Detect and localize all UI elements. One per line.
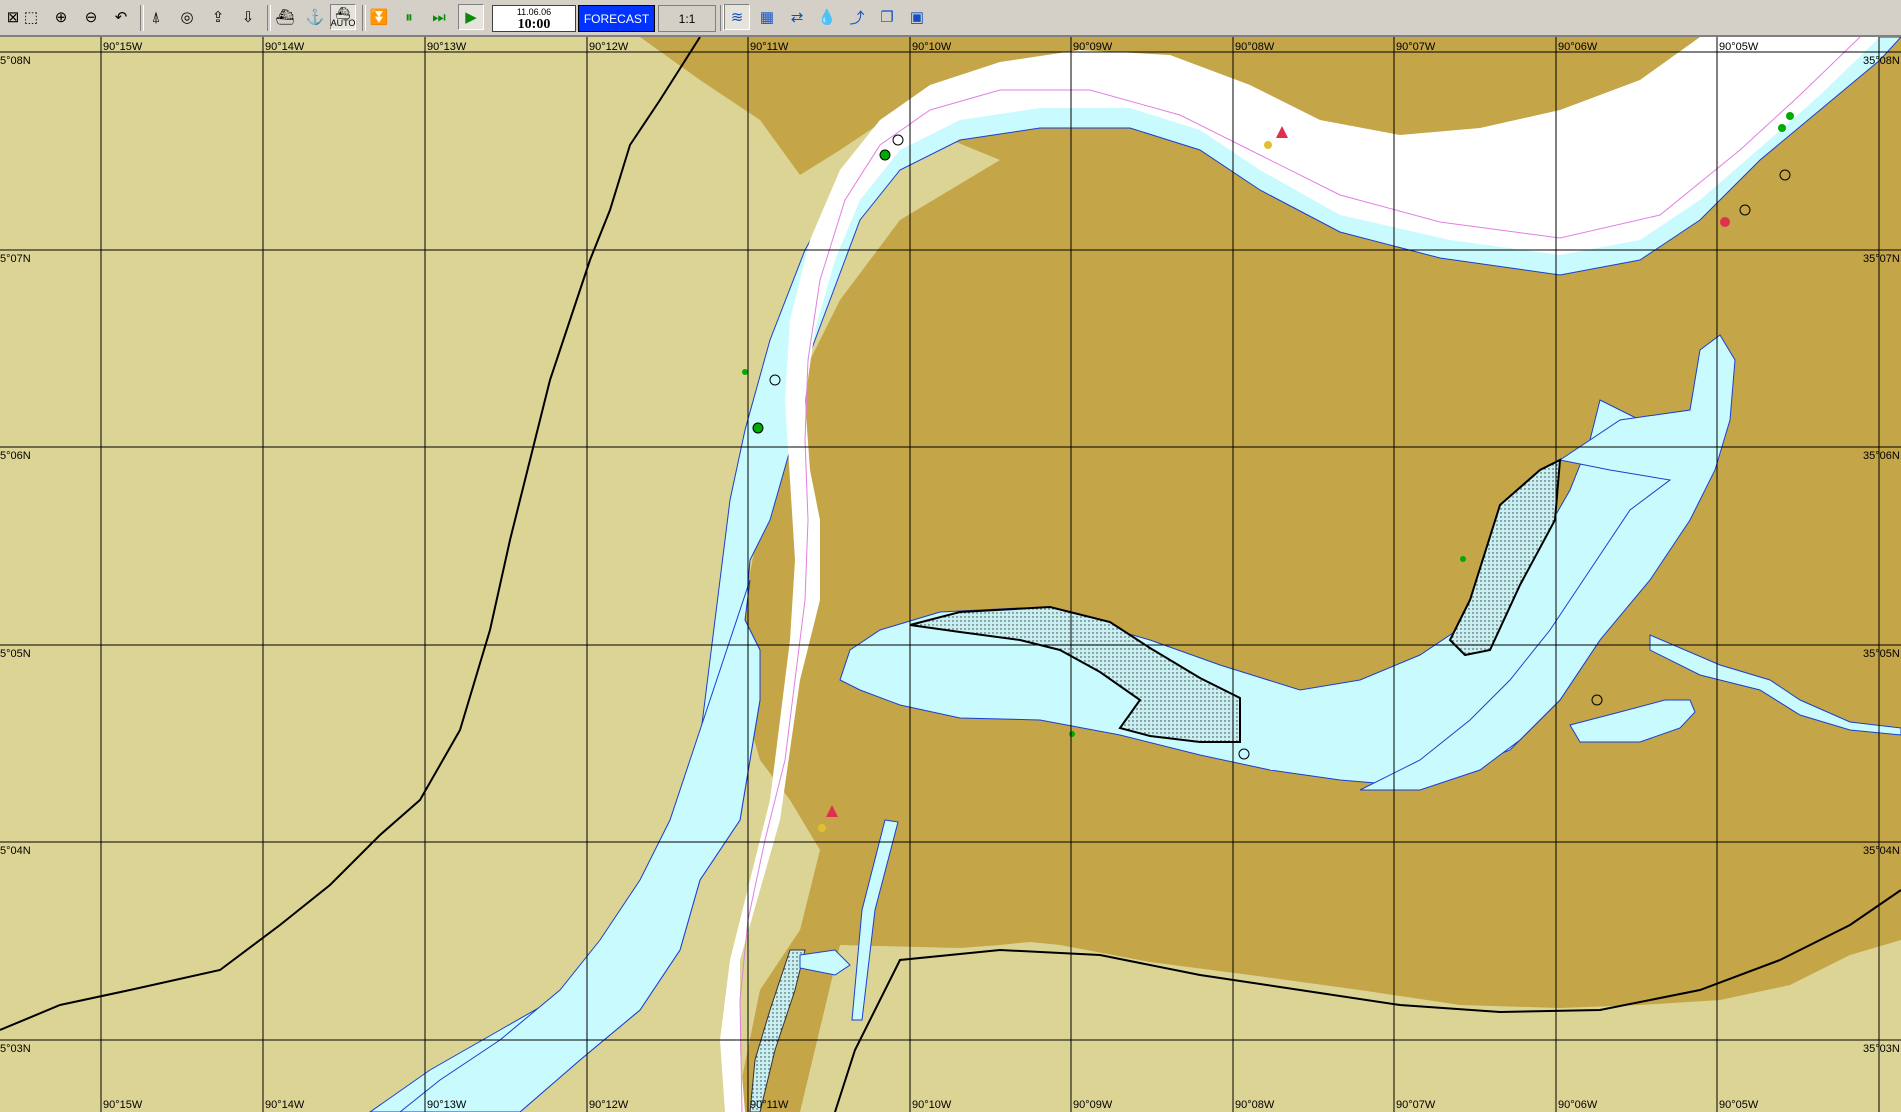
lon-label: 90°09W <box>1073 41 1113 53</box>
lat-label: 5°05N <box>0 648 31 660</box>
lon-label: 90°15W <box>103 1099 143 1111</box>
auto-label: AUTO <box>330 17 356 28</box>
lon-label: 90°10W <box>912 41 952 53</box>
forecast-button[interactable]: FORECAST <box>578 5 655 32</box>
datetime-display: 11.06.06 10:00 <box>492 5 576 32</box>
copy-icon[interactable]: ❐ <box>874 4 900 30</box>
lon-label: 90°05W <box>1719 1099 1759 1111</box>
lon-label: 90°11W <box>750 1099 789 1111</box>
export-icon[interactable]: ⇪ <box>205 4 231 30</box>
toolbar: ⊠ ⬚ ⊕ ⊖ ↶ ⍋ ◎ ⇪ ⇩ ⛴ ⚓ ⛴ AUTO ⏬ ⏸ ⏭ ▶ 11.… <box>0 0 1901 37</box>
lat-label: 5°04N <box>0 845 31 857</box>
lon-label: 90°14W <box>265 1099 305 1111</box>
tug-icon[interactable]: ⚓ <box>302 4 328 30</box>
fast-forward-icon[interactable]: ⏭ <box>426 4 452 30</box>
lon-label: 90°12W <box>589 41 629 53</box>
lon-label: 90°10W <box>912 1099 952 1111</box>
lon-label: 90°05W <box>1719 41 1759 53</box>
lon-label: 90°06W <box>1558 1099 1598 1111</box>
lon-label: 90°08W <box>1235 41 1275 53</box>
track-icon[interactable]: ⤴ <box>844 4 870 30</box>
lon-label: 90°12W <box>589 1099 629 1111</box>
zoom-box-icon[interactable]: ⬚ <box>18 4 44 30</box>
zoom-out-icon[interactable]: ⊖ <box>78 4 104 30</box>
lat-label: 35°08N <box>1863 55 1900 67</box>
lon-label: 90°08W <box>1235 1099 1275 1111</box>
lat-label: 5°08N <box>0 55 31 67</box>
play-icon[interactable]: ▶ <box>458 4 484 30</box>
scale-field[interactable]: 1:1 <box>658 5 716 32</box>
lat-label: 5°07N <box>0 253 31 265</box>
lat-label: 35°07N <box>1863 253 1900 265</box>
lon-label: 90°13W <box>427 1099 467 1111</box>
lon-label: 90°07W <box>1396 41 1436 53</box>
step-down-icon[interactable]: ⏬ <box>366 4 392 30</box>
nautical-chart[interactable]: 90°15W 90°14W 90°13W 90°12W 90°11W 90°10… <box>0 37 1901 1112</box>
chart-icon[interactable]: ▦ <box>754 4 780 30</box>
zoom-in-icon[interactable]: ⊕ <box>48 4 74 30</box>
lat-label: 35°06N <box>1863 450 1900 462</box>
route-icon[interactable]: ⇄ <box>784 4 810 30</box>
pause-icon[interactable]: ⏸ <box>396 4 422 30</box>
lon-label: 90°07W <box>1396 1099 1436 1111</box>
undo-icon[interactable]: ↶ <box>108 4 134 30</box>
lon-label: 90°15W <box>103 41 143 53</box>
time-text: 10:00 <box>517 17 551 32</box>
lon-label: 90°09W <box>1073 1099 1113 1111</box>
lat-label: 35°05N <box>1863 648 1900 660</box>
lat-label: 5°03N <box>0 1043 31 1055</box>
auto-button[interactable]: ⛴ AUTO <box>330 4 356 30</box>
lat-label: 35°03N <box>1863 1043 1900 1055</box>
import-icon[interactable]: ⇩ <box>235 4 261 30</box>
auto-ship-icon: ⛴ <box>335 5 351 20</box>
lon-label: 90°14W <box>265 41 305 53</box>
layers-icon[interactable]: ≋ <box>724 4 750 30</box>
lon-label: 90°06W <box>1558 41 1598 53</box>
lon-label: 90°11W <box>750 41 789 53</box>
lon-label: 90°13W <box>427 41 467 53</box>
depth-icon[interactable]: 💧 <box>814 4 840 30</box>
north-arrow-icon[interactable]: ⍋ <box>143 4 169 30</box>
window-icon[interactable]: ▣ <box>904 4 930 30</box>
lat-label: 35°04N <box>1863 845 1900 857</box>
ship-icon[interactable]: ⛴ <box>272 4 298 30</box>
target-icon[interactable]: ◎ <box>174 4 200 30</box>
lat-label: 5°06N <box>0 450 31 462</box>
